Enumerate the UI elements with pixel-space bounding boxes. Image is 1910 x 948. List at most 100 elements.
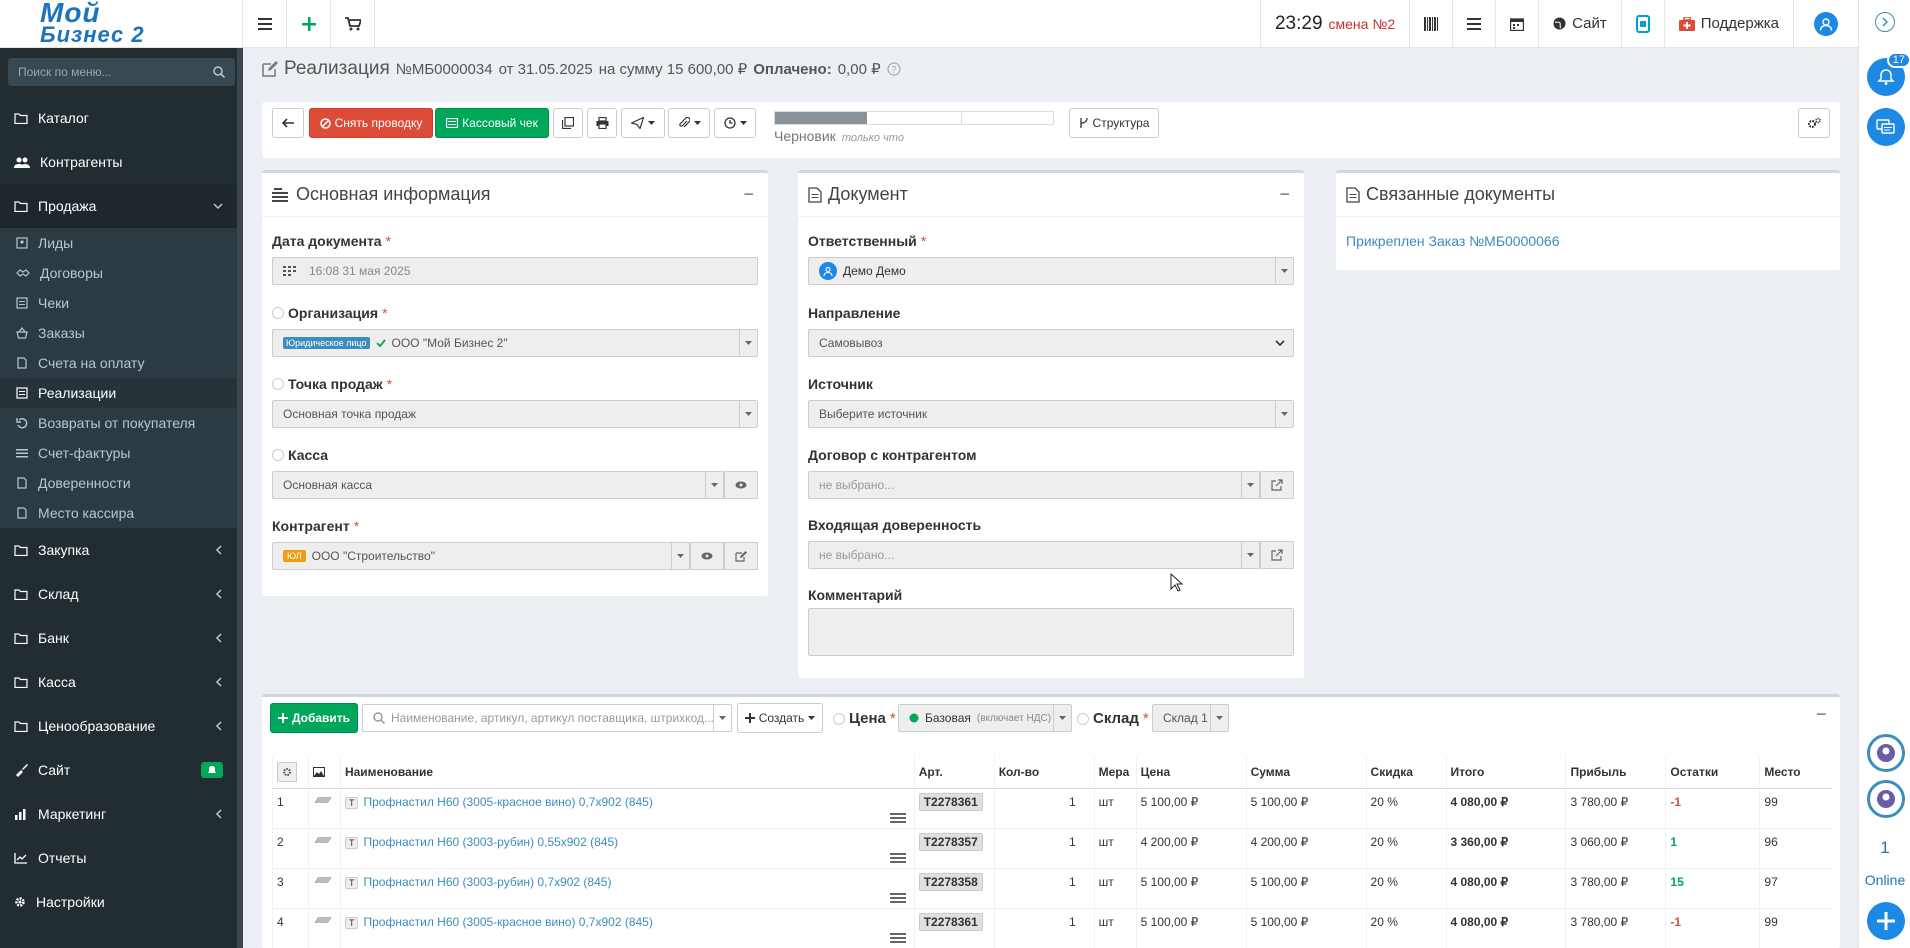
profile-button[interactable]: [1793, 0, 1858, 48]
col-qty[interactable]: Кол-во: [993, 756, 1095, 789]
collapse-main-info-button[interactable]: −: [743, 184, 754, 205]
sidebar-subitem-realizations[interactable]: Реализации: [0, 378, 243, 408]
col-stock[interactable]: Остатки: [1665, 756, 1760, 789]
row-discount[interactable]: 20 %: [1365, 788, 1446, 829]
add-goods-button[interactable]: Добавить: [270, 703, 358, 733]
site-link[interactable]: Сайт: [1538, 0, 1621, 48]
responsible-select[interactable]: Демо Демо: [808, 257, 1294, 285]
point-caret[interactable]: [739, 401, 757, 427]
warehouse-select[interactable]: Склад 1: [1152, 704, 1229, 732]
copy-button[interactable]: [553, 108, 583, 138]
sidebar-item-contractors[interactable]: Контрагенты: [0, 140, 243, 184]
row-price[interactable]: 5 100,00 ₽: [1135, 788, 1247, 829]
attach-dropdown-button[interactable]: [668, 108, 710, 138]
row-discount[interactable]: 20 %: [1365, 868, 1446, 909]
org-caret[interactable]: [739, 330, 757, 356]
create-dropdown-button[interactable]: Создать: [737, 703, 823, 733]
cart-button[interactable]: [331, 0, 375, 48]
settings-button[interactable]: [1798, 108, 1830, 138]
sidebar-subitem-contracts[interactable]: Договоры: [0, 258, 243, 288]
row-price[interactable]: 5 100,00 ₽: [1135, 908, 1247, 948]
col-settings[interactable]: [272, 756, 309, 789]
row-qty[interactable]: 1: [993, 908, 1095, 948]
col-sum[interactable]: Сумма: [1245, 756, 1367, 789]
list-button[interactable]: [1452, 0, 1495, 48]
col-art[interactable]: Арт.: [913, 756, 995, 789]
collapse-document-button[interactable]: −: [1279, 184, 1290, 205]
chat-button[interactable]: [1867, 108, 1905, 146]
sidebar-subitem-returns[interactable]: Возвраты от покупателя: [0, 408, 243, 438]
org-select[interactable]: Юридическое лицо ООО "Мой Бизнес 2": [272, 329, 758, 357]
point-select[interactable]: Основная точка продаж: [272, 400, 758, 428]
table-row[interactable]: 2 T Профнастил Н60 (3003-рубин) 0,55x902 …: [272, 828, 1832, 869]
row-qty[interactable]: 1: [993, 788, 1095, 829]
date-field[interactable]: 16:08 31 мая 2025: [272, 257, 758, 285]
rail-add-button[interactable]: [1867, 902, 1905, 940]
row-price[interactable]: 5 100,00 ₽: [1135, 868, 1247, 909]
col-place[interactable]: Место: [1759, 756, 1832, 789]
back-button[interactable]: [272, 108, 304, 138]
row-price[interactable]: 4 200,00 ₽: [1135, 828, 1247, 869]
sidebar-subitem-invoices[interactable]: Счета на оплату: [0, 348, 243, 378]
sidebar-subitem-receipts[interactable]: Чеки: [0, 288, 243, 318]
table-row[interactable]: 3 T Профнастил Н60 (3003-рубин) 0,7x902 (…: [272, 868, 1832, 909]
contractor-select[interactable]: ЮЛ ООО "Строительство": [272, 542, 690, 570]
sidebar-subitem-proxies[interactable]: Доверенности: [0, 468, 243, 498]
unpost-button[interactable]: Снять проводку: [309, 108, 433, 138]
send-dropdown-button[interactable]: [621, 108, 665, 138]
structure-button[interactable]: Структура: [1069, 108, 1159, 138]
quick-add-button[interactable]: [287, 0, 331, 48]
table-row[interactable]: 4 T Профнастил Н60 (3005-красное вино) 0,…: [272, 908, 1832, 948]
menu-search[interactable]: Поиск по меню...: [8, 58, 235, 86]
support-button[interactable]: Поддержка: [1663, 0, 1793, 48]
direction-select[interactable]: Самовывоз: [808, 329, 1294, 357]
shift-clock[interactable]: 23:29 смена №2: [1259, 0, 1409, 48]
operator-avatar-1[interactable]: [1867, 734, 1905, 772]
sidebar-item-bank[interactable]: Банк: [0, 616, 243, 660]
row-discount[interactable]: 20 %: [1365, 908, 1446, 948]
print-button[interactable]: [587, 108, 617, 138]
barcode-button[interactable]: [1409, 0, 1452, 48]
related-order-link[interactable]: Прикреплен Заказ №МБ0000066: [1346, 233, 1560, 249]
sidebar-item-warehouse[interactable]: Склад: [0, 572, 243, 616]
contract-open-button[interactable]: [1260, 471, 1294, 499]
receipt-button[interactable]: Кассовый чек: [435, 108, 549, 138]
row-qty[interactable]: 1: [993, 868, 1095, 909]
sidebar-subitem-cashier[interactable]: Место кассира: [0, 498, 243, 528]
contract-select[interactable]: не выбрано...: [808, 471, 1260, 499]
contractor-edit-button[interactable]: [724, 542, 758, 570]
col-discount[interactable]: Скидка: [1365, 756, 1446, 789]
row-qty[interactable]: 1: [993, 828, 1095, 869]
notifications-button[interactable]: 17: [1867, 52, 1910, 96]
sidebar-item-purchase[interactable]: Закупка: [0, 528, 243, 572]
goods-search-input[interactable]: Наименование, артикул, артикул поставщик…: [362, 704, 732, 732]
calendar-button[interactable]: [1495, 0, 1538, 48]
proxy-open-button[interactable]: [1260, 541, 1294, 569]
collapse-goods-button[interactable]: −: [1816, 704, 1827, 725]
logo[interactable]: Мой Бизнес 2: [0, 0, 243, 48]
sidebar-item-settings[interactable]: Настройки: [0, 880, 243, 924]
sidebar-subitem-leads[interactable]: Лиды: [0, 228, 243, 258]
goods-search-caret[interactable]: [713, 705, 731, 731]
sidebar-item-reports[interactable]: Отчеты: [0, 836, 243, 880]
table-row[interactable]: 1 T Профнастил Н60 (3005-красное вино) 0,…: [272, 788, 1832, 829]
comment-textarea[interactable]: [808, 608, 1294, 656]
sidebar-item-site[interactable]: Сайт: [0, 748, 243, 792]
sidebar-subitem-invoice-facts[interactable]: Счет-фактуры: [0, 438, 243, 468]
proxy-select[interactable]: не выбрано...: [808, 541, 1260, 569]
source-caret[interactable]: [1275, 401, 1293, 427]
cash-caret[interactable]: [705, 472, 723, 498]
sidebar-item-catalog[interactable]: Каталог: [0, 96, 243, 140]
collapse-rail-button[interactable]: [1875, 12, 1895, 32]
source-select[interactable]: Выберите источник: [808, 400, 1294, 428]
cash-select[interactable]: Основная касса: [272, 471, 724, 499]
col-name[interactable]: Наименование: [339, 756, 915, 789]
history-dropdown-button[interactable]: [714, 108, 756, 138]
col-total[interactable]: Итого: [1445, 756, 1566, 789]
row-discount[interactable]: 20 %: [1365, 828, 1446, 869]
sidebar-item-marketing[interactable]: Маркетинг: [0, 792, 243, 836]
responsible-caret[interactable]: [1275, 258, 1293, 284]
col-profit[interactable]: Прибыль: [1565, 756, 1666, 789]
cash-view-button[interactable]: [724, 471, 758, 499]
menu-toggle-button[interactable]: [243, 0, 287, 48]
